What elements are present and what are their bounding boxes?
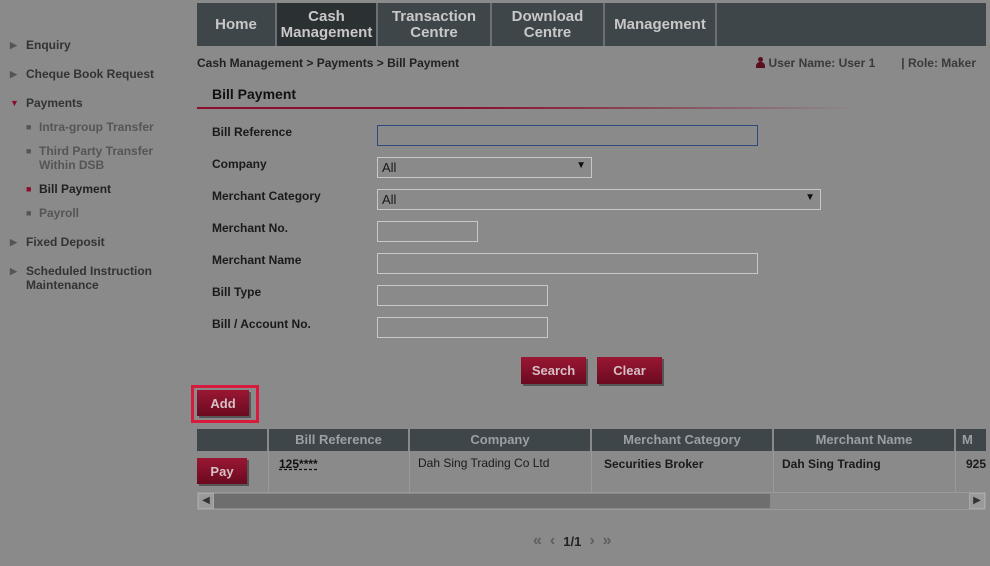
merchant-category-label: Merchant Category — [212, 189, 321, 203]
user-name: User Name: User 1 — [768, 56, 876, 70]
user-icon — [755, 57, 765, 68]
bill-reference-label: Bill Reference — [212, 125, 293, 139]
table-cell-merchant-no: 925 — [966, 457, 986, 471]
horizontal-scrollbar[interactable]: ◀ ▶ — [197, 492, 986, 510]
chevron-left-icon[interactable]: ‹ — [550, 532, 555, 550]
table-cell-bill-reference: 125**** — [269, 451, 410, 492]
chevron-down-icon: ▼ — [10, 98, 19, 108]
sidebar-item-enquiry[interactable]: ▶ Enquiry — [10, 38, 71, 52]
sidebar: ▶ Enquiry ▶ Cheque Book Request ▼ Payments … — [0, 0, 190, 566]
nav-download-centre[interactable]: Download Centre — [492, 3, 605, 46]
table-header-company[interactable]: Company — [410, 429, 592, 451]
nav-cash-management[interactable]: Cash Management — [277, 3, 378, 46]
pay-button[interactable]: Pay — [197, 458, 247, 484]
page-indicator: 1/1 — [563, 533, 582, 549]
pagination: « ‹ 1/1 › » — [533, 532, 612, 550]
chevron-right-icon[interactable]: › — [589, 532, 594, 550]
user-role: | Role: Maker — [901, 56, 976, 70]
table-header-action — [197, 429, 269, 451]
chevron-right-icon: ▶ — [10, 40, 17, 50]
bill-type-label: Bill Type — [212, 285, 262, 299]
merchant-category-select[interactable]: All ▼ — [377, 189, 821, 210]
chevron-right-icon: ▶ — [10, 69, 17, 79]
search-button[interactable]: Search — [521, 357, 586, 384]
sidebar-item-cheque-book-request[interactable]: ▶ Cheque Book Request — [10, 67, 154, 81]
bill-reference-link[interactable]: 125**** — [279, 457, 318, 471]
sidebar-item-fixed-deposit[interactable]: ▶ Fixed Deposit — [10, 235, 105, 249]
double-chevron-right-icon[interactable]: » — [603, 532, 612, 550]
bill-account-no-label: Bill / Account No. — [212, 317, 311, 331]
sidebar-item-scheduled-instruction[interactable]: ▶ Scheduled Instruction Maintenance — [10, 264, 166, 292]
merchant-name-input[interactable] — [377, 253, 758, 274]
scroll-thumb[interactable] — [214, 494, 770, 508]
sidebar-item-payments[interactable]: ▼ Payments — [10, 96, 83, 110]
merchant-no-label: Merchant No. — [212, 221, 289, 235]
merchant-no-input[interactable] — [377, 221, 478, 242]
page-title: Bill Payment — [212, 86, 297, 102]
user-info: User Name: User 1 | Role: Maker — [755, 56, 976, 70]
nav-management[interactable]: Management — [605, 3, 717, 46]
bill-account-no-input[interactable] — [377, 317, 548, 338]
table-header-merchant-no[interactable]: M — [956, 429, 986, 451]
double-chevron-left-icon[interactable]: « — [533, 532, 542, 550]
table-header-merchant-name[interactable]: Merchant Name — [774, 429, 956, 451]
caret-down-icon: ▼ — [805, 192, 815, 203]
breadcrumb: Cash Management > Payments > Bill Paymen… — [197, 56, 460, 70]
sidebar-subitem-bill-payment[interactable]: ■ Bill Payment — [26, 182, 111, 196]
add-button[interactable]: Add — [197, 390, 249, 416]
caret-down-icon: ▼ — [576, 160, 586, 171]
chevron-right-icon: ▶ — [10, 237, 17, 247]
sidebar-subitem-payroll[interactable]: ■ Payroll — [26, 206, 79, 220]
table-header: Bill Reference Company Merchant Category… — [197, 429, 986, 451]
table-cell-merchant-category: Securities Broker — [592, 451, 774, 492]
scroll-right-icon[interactable]: ▶ — [969, 493, 985, 509]
nav-home[interactable]: Home — [197, 3, 277, 46]
chevron-right-icon: ▶ — [10, 266, 17, 276]
table-header-bill-reference[interactable]: Bill Reference — [269, 429, 410, 451]
bullet-icon: ■ — [26, 146, 32, 156]
table-cell-action: Pay — [197, 451, 269, 492]
merchant-name-label: Merchant Name — [212, 253, 302, 267]
table-cell-merchant-name: Dah Sing Trading — [774, 451, 956, 492]
bill-table: Bill Reference Company Merchant Category… — [197, 429, 986, 492]
bill-reference-input[interactable] — [377, 125, 758, 146]
company-label: Company — [212, 157, 267, 171]
sidebar-subitem-third-party-transfer[interactable]: ■ Third Party Transfer Within DSB — [26, 144, 169, 172]
table-row: Pay 125**** Dah Sing Trading Co Ltd Secu… — [197, 451, 986, 492]
clear-button[interactable]: Clear — [597, 357, 662, 384]
bill-type-input[interactable] — [377, 285, 548, 306]
table-cell-company: Dah Sing Trading Co Ltd — [410, 451, 592, 492]
table-header-merchant-category[interactable]: Merchant Category — [592, 429, 774, 451]
bullet-icon: ■ — [26, 208, 32, 218]
title-divider — [197, 107, 857, 109]
sidebar-subitem-intra-group-transfer[interactable]: ■ Intra-group Transfer — [26, 120, 154, 134]
top-nav: Home Cash Management Transaction Centre … — [197, 3, 986, 46]
company-select[interactable]: All ▼ — [377, 157, 592, 178]
bullet-icon: ■ — [26, 184, 32, 194]
nav-transaction-centre[interactable]: Transaction Centre — [378, 3, 492, 46]
scroll-left-icon[interactable]: ◀ — [198, 493, 214, 509]
bullet-icon: ■ — [26, 122, 32, 132]
